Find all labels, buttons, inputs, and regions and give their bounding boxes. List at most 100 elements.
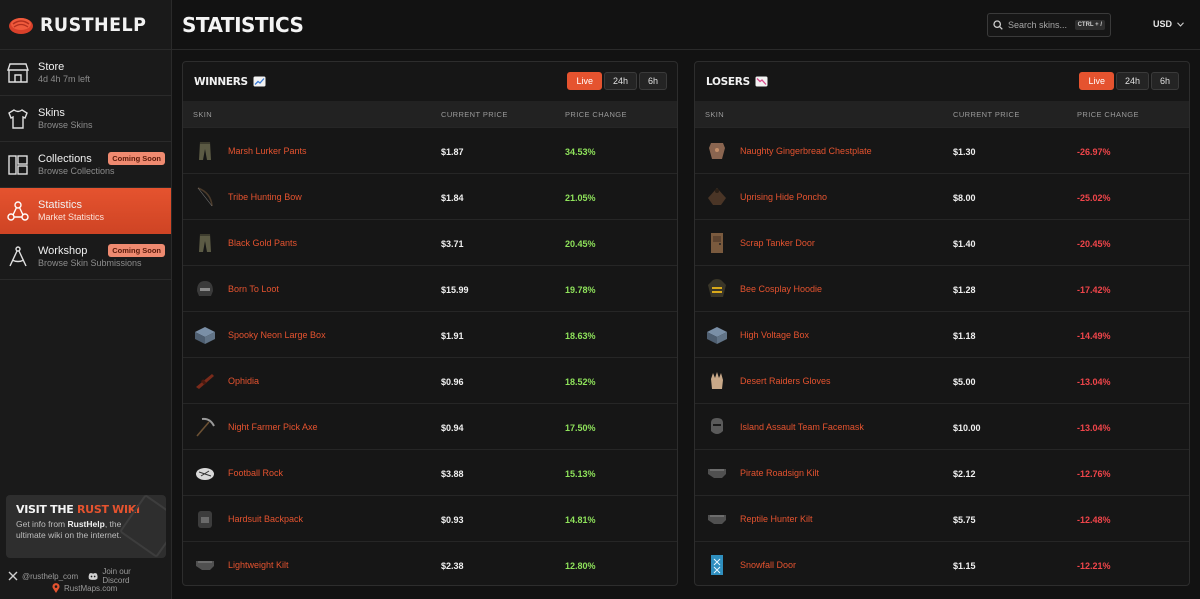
skin-name-link[interactable]: Spooky Neon Large Box [228,330,326,340]
column-header-price: CURRENT PRICE [441,109,508,119]
skin-name-link[interactable]: Snowfall Door [740,560,796,570]
timeframe-24h-button[interactable]: 24h [1115,72,1149,90]
losers-timeframe-tabs: Live 24h 6h [1079,72,1179,90]
skin-name-link[interactable]: Uprising Hide Poncho [740,192,827,202]
table-row[interactable]: Marsh Lurker Pants $1.87 34.53% [183,127,677,173]
sidebar-item-workshop[interactable]: Workshop Browse Skin Submissions Coming … [0,234,171,280]
change-cell: 18.52% [565,372,677,390]
skin-cell: Desert Raiders Gloves [695,369,953,393]
table-row[interactable]: Football Rock $3.88 15.13% [183,449,677,495]
change-cell: 14.81% [565,510,677,528]
timeframe-24h-button[interactable]: 24h [603,72,637,90]
sidebar-item-title: Collections [38,153,92,165]
table-row[interactable]: Scrap Tanker Door $1.40 -20.45% [695,219,1189,265]
table-row[interactable]: Black Gold Pants $3.71 20.45% [183,219,677,265]
table-row[interactable]: Snowfall Door $1.15 -12.21% [695,541,1189,585]
winners-column-headers: SKIN CURRENT PRICE PRICE CHANGE [183,101,677,127]
skin-name-link[interactable]: Tribe Hunting Bow [228,192,302,202]
current-price: $3.71 [441,238,464,249]
rust-wiki-banner[interactable]: VISIT THE RUST WIKI Get info from RustHe… [6,495,166,558]
skin-name-link[interactable]: Scrap Tanker Door [740,238,815,248]
table-row[interactable]: High Voltage Box $1.18 -14.49% [695,311,1189,357]
price-change: 18.52% [565,376,596,387]
skin-name-link[interactable]: Reptile Hunter Kilt [740,514,813,524]
sidebar-item-statistics[interactable]: Statistics Market Statistics [0,188,171,234]
skin-name-link[interactable]: Desert Raiders Gloves [740,376,831,386]
skin-name-link[interactable]: Football Rock [228,468,283,478]
helmet-icon [197,280,213,296]
skin-name-link[interactable]: Bee Cosplay Hoodie [740,284,822,294]
table-row[interactable]: Island Assault Team Facemask $10.00 -13.04… [695,403,1189,449]
table-row[interactable]: Night Farmer Pick Axe $0.94 17.50% [183,403,677,449]
sidebar-item-title: Store [38,61,65,73]
change-cell: -14.49% [1077,326,1189,344]
column-header-change: PRICE CHANGE [565,109,627,119]
table-row[interactable]: Tribe Hunting Bow $1.84 21.05% [183,173,677,219]
current-price: $1.40 [953,238,976,249]
table-row[interactable]: Bee Cosplay Hoodie $1.28 -17.42% [695,265,1189,311]
table-row[interactable]: Born To Loot $15.99 19.78% [183,265,677,311]
skin-cell: Uprising Hide Poncho [695,185,953,209]
skin-name-link[interactable]: Night Farmer Pick Axe [228,422,318,432]
table-row[interactable]: Pirate Roadsign Kilt $2.12 -12.76% [695,449,1189,495]
skin-name-link[interactable]: Island Assault Team Facemask [740,422,864,432]
chevron-down-icon [1177,21,1184,27]
pants-icon [199,141,211,160]
search-box[interactable]: CTRL + / [987,13,1111,37]
rifle-icon [196,373,214,389]
door-icon [711,554,723,575]
table-row[interactable]: Desert Raiders Gloves $5.00 -13.04% [695,357,1189,403]
pickaxe-icon [196,417,215,437]
table-row[interactable]: Spooky Neon Large Box $1.91 18.63% [183,311,677,357]
top-header: STATISTICS CTRL + / USD [172,0,1200,50]
twitter-link[interactable]: @rusthelp_com [8,571,78,581]
change-cell: 15.13% [565,464,677,482]
current-price: $2.38 [441,560,464,571]
chestplate-icon [709,142,725,159]
skin-name-link[interactable]: Marsh Lurker Pants [228,146,307,156]
change-cell: 18.63% [565,326,677,344]
change-cell: 12.80% [565,556,677,574]
sidebar-item-store[interactable]: Store 4d 4h 7m left [0,50,171,96]
skin-name-link[interactable]: Lightweight Kilt [228,560,289,570]
winners-timeframe-tabs: Live 24h 6h [567,72,667,90]
current-price: $1.30 [953,146,976,157]
sidebar-item-skins[interactable]: Skins Browse Skins [0,96,171,142]
search-input[interactable] [1008,20,1075,30]
skin-name-link[interactable]: High Voltage Box [740,330,809,340]
timeframe-live-button[interactable]: Live [1079,72,1114,90]
store-icon [7,62,29,83]
skin-name-link[interactable]: Born To Loot [228,284,279,294]
price-change: 19.78% [565,284,596,295]
page-title: STATISTICS [182,12,304,37]
price-cell: $1.28 [953,280,1077,298]
skin-cell: Island Assault Team Facemask [695,415,953,439]
table-row[interactable]: Lightweight Kilt $2.38 12.80% [183,541,677,585]
price-change: -12.76% [1077,468,1111,479]
table-row[interactable]: Ophidia $0.96 18.52% [183,357,677,403]
losers-column-headers: SKIN CURRENT PRICE PRICE CHANGE [695,101,1189,127]
timeframe-6h-button[interactable]: 6h [638,72,667,90]
sidebar-item-collections[interactable]: Collections Browse Collections Coming So… [0,142,171,188]
price-change: 14.81% [565,514,596,525]
skin-name-link[interactable]: Pirate Roadsign Kilt [740,468,819,478]
skin-name-link[interactable]: Hardsuit Backpack [228,514,303,524]
skin-name-link[interactable]: Black Gold Pants [228,238,297,248]
currency-selector[interactable]: USD [1153,19,1184,29]
table-row[interactable]: Reptile Hunter Kilt $5.75 -12.48% [695,495,1189,541]
logo[interactable]: RUSTHELP [0,0,171,50]
table-row[interactable]: Hardsuit Backpack $0.93 14.81% [183,495,677,541]
table-row[interactable]: Uprising Hide Poncho $8.00 -25.02% [695,173,1189,219]
gloves-icon [711,371,723,389]
price-change: 34.53% [565,146,596,157]
skin-name-link[interactable]: Ophidia [228,376,259,386]
skin-cell: Ophidia [183,369,441,393]
skin-name-link[interactable]: Naughty Gingerbread Chestplate [740,146,872,156]
timeframe-6h-button[interactable]: 6h [1150,72,1179,90]
change-cell: 34.53% [565,142,677,160]
skin-cell: Marsh Lurker Pants [183,139,441,163]
rustmaps-link[interactable]: RustMaps.com [52,583,117,593]
table-row[interactable]: Naughty Gingerbread Chestplate $1.30 -26.9… [695,127,1189,173]
timeframe-live-button[interactable]: Live [567,72,602,90]
chart-decreasing-icon [755,76,768,87]
